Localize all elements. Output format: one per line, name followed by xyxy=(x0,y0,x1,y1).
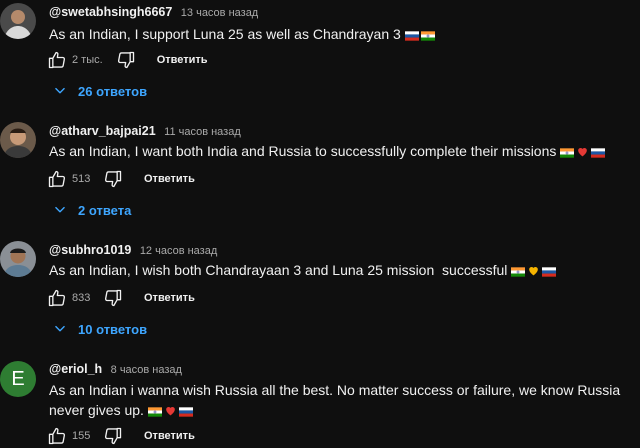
like-button[interactable] xyxy=(46,287,68,309)
like-button[interactable] xyxy=(46,49,68,71)
thumb-down-icon xyxy=(116,50,136,70)
comment-author[interactable]: @eriol_h xyxy=(49,362,102,376)
avatar[interactable] xyxy=(0,241,36,277)
replies-count-label: 2 ответа xyxy=(78,202,132,218)
thumb-down-icon xyxy=(103,288,123,308)
comment-author[interactable]: @atharv_bajpai21 xyxy=(49,124,156,138)
reply-button[interactable]: Ответить xyxy=(157,54,208,66)
comment-text: As an Indian, I support Luna 25 as well … xyxy=(49,24,634,44)
chevron-down-icon xyxy=(53,322,67,336)
replies-count-label: 10 ответов xyxy=(78,321,148,337)
comment-author[interactable]: @subhro1019 xyxy=(49,243,131,257)
thumb-up-icon xyxy=(47,288,67,308)
view-replies-button[interactable]: 26 ответов xyxy=(53,81,147,101)
heart-icon xyxy=(576,145,589,158)
comment-timestamp[interactable]: 12 часов назад xyxy=(140,245,217,257)
thumb-down-icon xyxy=(103,169,123,189)
russia-flag-icon xyxy=(405,31,419,41)
thumb-up-icon xyxy=(47,169,67,189)
russia-flag-icon xyxy=(542,267,556,277)
dislike-button[interactable] xyxy=(102,425,124,447)
reply-button[interactable]: Ответить xyxy=(144,292,195,304)
comment-actions: 2 тыс. Ответить xyxy=(46,49,208,71)
comment-text: As an Indian i wanna wish Russia all the… xyxy=(49,380,634,420)
like-count: 513 xyxy=(72,173,91,185)
thumb-up-icon xyxy=(47,50,67,70)
dislike-button[interactable] xyxy=(115,49,137,71)
chevron-down-icon xyxy=(53,203,67,217)
avatar[interactable]: E xyxy=(0,361,36,397)
india-flag-icon xyxy=(511,267,525,277)
comment-body: As an Indian i wanna wish Russia all the… xyxy=(49,382,621,418)
comment-text: As an Indian, I want both India and Russ… xyxy=(49,141,634,161)
comment-timestamp[interactable]: 13 часов назад xyxy=(181,7,258,19)
avatar[interactable] xyxy=(0,122,36,158)
russia-flag-icon xyxy=(591,148,605,158)
reply-button[interactable]: Ответить xyxy=(144,430,195,442)
like-count: 2 тыс. xyxy=(72,54,103,66)
comment-meta: @swetabhsingh6667 13 часов назад xyxy=(49,3,258,21)
comment-timestamp[interactable]: 8 часов назад xyxy=(111,364,182,376)
comment-body: As an Indian, I want both India and Russ… xyxy=(49,143,557,159)
comment-meta: @subhro1019 12 часов назад xyxy=(49,241,217,259)
view-replies-button[interactable]: 2 ответа xyxy=(53,200,131,220)
reply-button[interactable]: Ответить xyxy=(144,173,195,185)
india-flag-icon xyxy=(148,407,162,417)
thumb-down-icon xyxy=(103,426,123,446)
india-flag-icon xyxy=(421,31,435,41)
heart-icon xyxy=(164,404,177,417)
like-button[interactable] xyxy=(46,425,68,447)
comment-meta: @atharv_bajpai21 11 часов назад xyxy=(49,122,241,140)
comment-timestamp[interactable]: 11 часов назад xyxy=(164,126,241,138)
avatar-letter: E xyxy=(11,368,25,390)
replies-count-label: 26 ответов xyxy=(78,83,148,99)
yellow-heart-icon xyxy=(527,264,540,277)
comment-actions: 513 Ответить xyxy=(46,168,195,190)
view-replies-button[interactable]: 10 ответов xyxy=(53,319,147,339)
dislike-button[interactable] xyxy=(102,287,124,309)
chevron-down-icon xyxy=(53,84,67,98)
like-count: 155 xyxy=(72,430,91,442)
dislike-button[interactable] xyxy=(102,168,124,190)
comment-author[interactable]: @swetabhsingh6667 xyxy=(49,5,172,19)
avatar[interactable] xyxy=(0,3,36,39)
like-button[interactable] xyxy=(46,168,68,190)
comment-actions: 833 Ответить xyxy=(46,287,195,309)
comment-text: As an Indian, I wish both Chandrayaan 3 … xyxy=(49,260,634,280)
comment-meta: @eriol_h 8 часов назад xyxy=(49,360,182,378)
thumb-up-icon xyxy=(47,426,67,446)
comment-body: As an Indian, I support Luna 25 as well … xyxy=(49,26,401,42)
russia-flag-icon xyxy=(179,407,193,417)
comment-body: As an Indian, I wish both Chandrayaan 3 … xyxy=(49,262,508,278)
like-count: 833 xyxy=(72,292,91,304)
comment-actions: 155 Ответить xyxy=(46,425,195,447)
india-flag-icon xyxy=(560,148,574,158)
